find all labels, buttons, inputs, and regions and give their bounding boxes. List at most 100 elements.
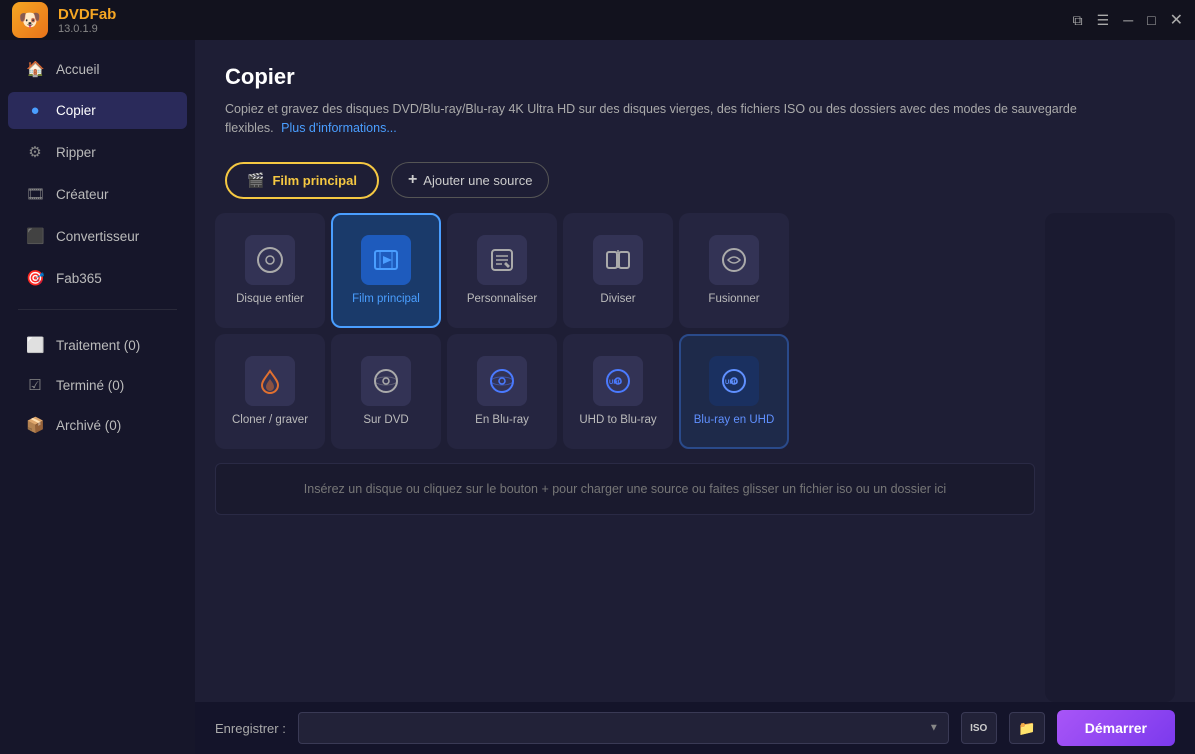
merge-icon bbox=[709, 235, 759, 285]
mode-label-bluray-en-uhd: Blu-ray en UHD bbox=[694, 414, 775, 426]
titlebar-controls: ⧉ ☰ ─ □ ✕ bbox=[1073, 10, 1183, 30]
svg-text:UHD: UHD bbox=[609, 380, 623, 386]
mode-card-sur-dvd[interactable]: Sur DVD bbox=[331, 334, 441, 449]
sidebar-label-accueil: Accueil bbox=[56, 62, 100, 77]
more-info-link[interactable]: Plus d'informations... bbox=[281, 121, 397, 135]
home-icon: 🏠 bbox=[26, 60, 44, 78]
sidebar-label-convertisseur: Convertisseur bbox=[56, 229, 139, 244]
action-bar: 🎬 Film principal + Ajouter une source bbox=[195, 154, 1195, 213]
demarrer-button[interactable]: Démarrer bbox=[1057, 710, 1175, 746]
sidebar-label-createur: Créateur bbox=[56, 187, 109, 202]
mode-card-bluray-en-uhd[interactable]: UHD Blu-ray en UHD bbox=[679, 334, 789, 449]
converter-icon: ⬛ bbox=[26, 227, 44, 245]
sidebar-item-accueil[interactable]: 🏠 Accueil bbox=[8, 50, 187, 88]
page-header: Copier Copiez et gravez des disques DVD/… bbox=[195, 40, 1195, 154]
mode-label-personnaliser: Personnaliser bbox=[467, 293, 537, 305]
minimize-icon[interactable]: ─ bbox=[1123, 12, 1133, 28]
drop-zone: Insérez un disque ou cliquez sur le bout… bbox=[215, 463, 1035, 515]
logo-emoji: 🐶 bbox=[19, 10, 41, 31]
close-icon[interactable]: ✕ bbox=[1170, 10, 1183, 30]
mode-label-fusionner: Fusionner bbox=[708, 293, 759, 305]
sidebar-label-traitement: Traitement (0) bbox=[56, 338, 140, 353]
mode-card-fusionner[interactable]: Fusionner bbox=[679, 213, 789, 328]
sidebar-item-termine[interactable]: ☑ Terminé (0) bbox=[8, 366, 187, 404]
traitement-icon: ⬜ bbox=[26, 336, 44, 354]
mode-label-uhd-to-bluray: UHD to Blu-ray bbox=[579, 414, 656, 426]
sidebar-item-archive[interactable]: 📦 Archivé (0) bbox=[8, 406, 187, 444]
sidebar: 🏠 Accueil ● Copier ⚙ Ripper 🎞 Créateur ⬛… bbox=[0, 40, 195, 754]
content-area: Copier Copiez et gravez des disques DVD/… bbox=[195, 40, 1195, 754]
mode-label-film-principal: Film principal bbox=[352, 293, 420, 305]
page-title: Copier bbox=[225, 64, 1165, 90]
page-description: Copiez et gravez des disques DVD/Blu-ray… bbox=[225, 100, 1125, 138]
titlebar: 🐶 DVDFab 13.0.1.9 ⧉ ☰ ─ □ ✕ bbox=[0, 0, 1195, 40]
sidebar-label-copier: Copier bbox=[56, 103, 96, 118]
mode-label-disque-entier: Disque entier bbox=[236, 293, 304, 305]
dvd-icon bbox=[361, 356, 411, 406]
mode-card-personnaliser[interactable]: Personnaliser bbox=[447, 213, 557, 328]
sidebar-label-archive: Archivé (0) bbox=[56, 418, 121, 433]
sidebar-label-termine: Terminé (0) bbox=[56, 378, 124, 393]
mode-card-cloner-graver[interactable]: Cloner / graver bbox=[215, 334, 325, 449]
modes-grid: Disque entier Film principal bbox=[215, 213, 1035, 703]
app-name: DVDFab bbox=[58, 6, 116, 23]
film-reel-icon bbox=[361, 235, 411, 285]
folder-icon: 📁 bbox=[1018, 720, 1035, 737]
copy-icon: ● bbox=[26, 102, 44, 119]
mode-label-en-bluray: En Blu-ray bbox=[475, 414, 529, 426]
fab365-icon: 🎯 bbox=[26, 269, 44, 287]
mode-card-film-principal[interactable]: Film principal bbox=[331, 213, 441, 328]
split-icon bbox=[593, 235, 643, 285]
iso-button[interactable]: ISO bbox=[961, 712, 997, 744]
titlebar-left: 🐶 DVDFab 13.0.1.9 bbox=[12, 2, 116, 38]
mode-card-uhd-to-bluray[interactable]: UHD UHD to Blu-ray bbox=[563, 334, 673, 449]
sidebar-item-convertisseur[interactable]: ⬛ Convertisseur bbox=[8, 217, 187, 255]
menu-icon[interactable]: ☰ bbox=[1097, 12, 1110, 29]
save-dropdown[interactable] bbox=[298, 712, 949, 744]
film-principal-button[interactable]: 🎬 Film principal bbox=[225, 162, 379, 199]
creator-icon: 🎞 bbox=[26, 185, 44, 203]
folder-button[interactable]: 📁 bbox=[1009, 712, 1045, 744]
modes-row-2: Cloner / graver Sur DVD bbox=[215, 334, 1035, 449]
disc-icon bbox=[245, 235, 295, 285]
save-dropdown-wrap: ▼ bbox=[298, 712, 949, 744]
uhd-bluray-icon: UHD bbox=[593, 356, 643, 406]
mode-label-sur-dvd: Sur DVD bbox=[363, 414, 408, 426]
sidebar-item-traitement[interactable]: ⬜ Traitement (0) bbox=[8, 326, 187, 364]
mode-card-en-bluray[interactable]: En Blu-ray bbox=[447, 334, 557, 449]
mode-card-diviser[interactable]: Diviser bbox=[563, 213, 673, 328]
app-version: 13.0.1.9 bbox=[58, 23, 116, 35]
maximize-icon[interactable]: □ bbox=[1147, 12, 1155, 28]
burn-icon bbox=[245, 356, 295, 406]
iso-label: ISO bbox=[970, 723, 987, 734]
sidebar-divider bbox=[18, 309, 177, 310]
sidebar-label-ripper: Ripper bbox=[56, 145, 96, 160]
drop-zone-text: Insérez un disque ou cliquez sur le bout… bbox=[304, 482, 946, 496]
mode-label-diviser: Diviser bbox=[600, 293, 635, 305]
plus-icon: + bbox=[408, 171, 417, 189]
add-source-label: Ajouter une source bbox=[423, 173, 532, 188]
app-logo: 🐶 bbox=[12, 2, 48, 38]
sidebar-item-copier[interactable]: ● Copier bbox=[8, 92, 187, 129]
mode-label-cloner-graver: Cloner / graver bbox=[232, 414, 308, 426]
edit-icon bbox=[477, 235, 527, 285]
mode-card-disque-entier[interactable]: Disque entier bbox=[215, 213, 325, 328]
bluray-uhd-icon: UHD bbox=[709, 356, 759, 406]
right-panel bbox=[1045, 213, 1175, 703]
save-label: Enregistrer : bbox=[215, 721, 286, 736]
svg-text:UHD: UHD bbox=[725, 380, 739, 386]
termine-icon: ☑ bbox=[26, 376, 44, 394]
sidebar-bottom: ⬜ Traitement (0) ☑ Terminé (0) 📦 Archivé… bbox=[0, 324, 195, 446]
sidebar-item-createur[interactable]: 🎞 Créateur bbox=[8, 175, 187, 213]
ripper-icon: ⚙ bbox=[26, 143, 44, 161]
add-source-button[interactable]: + Ajouter une source bbox=[391, 162, 549, 198]
sidebar-item-ripper[interactable]: ⚙ Ripper bbox=[8, 133, 187, 171]
main-layout: 🏠 Accueil ● Copier ⚙ Ripper 🎞 Créateur ⬛… bbox=[0, 40, 1195, 754]
sidebar-item-fab365[interactable]: 🎯 Fab365 bbox=[8, 259, 187, 297]
app-title-block: DVDFab 13.0.1.9 bbox=[58, 6, 116, 35]
modes-row-1: Disque entier Film principal bbox=[215, 213, 1035, 328]
widget-icon[interactable]: ⧉ bbox=[1073, 12, 1083, 29]
bottom-bar: Enregistrer : ▼ ISO 📁 Démarrer bbox=[195, 702, 1195, 754]
modes-area: Disque entier Film principal bbox=[195, 213, 1195, 703]
bluray-icon bbox=[477, 356, 527, 406]
